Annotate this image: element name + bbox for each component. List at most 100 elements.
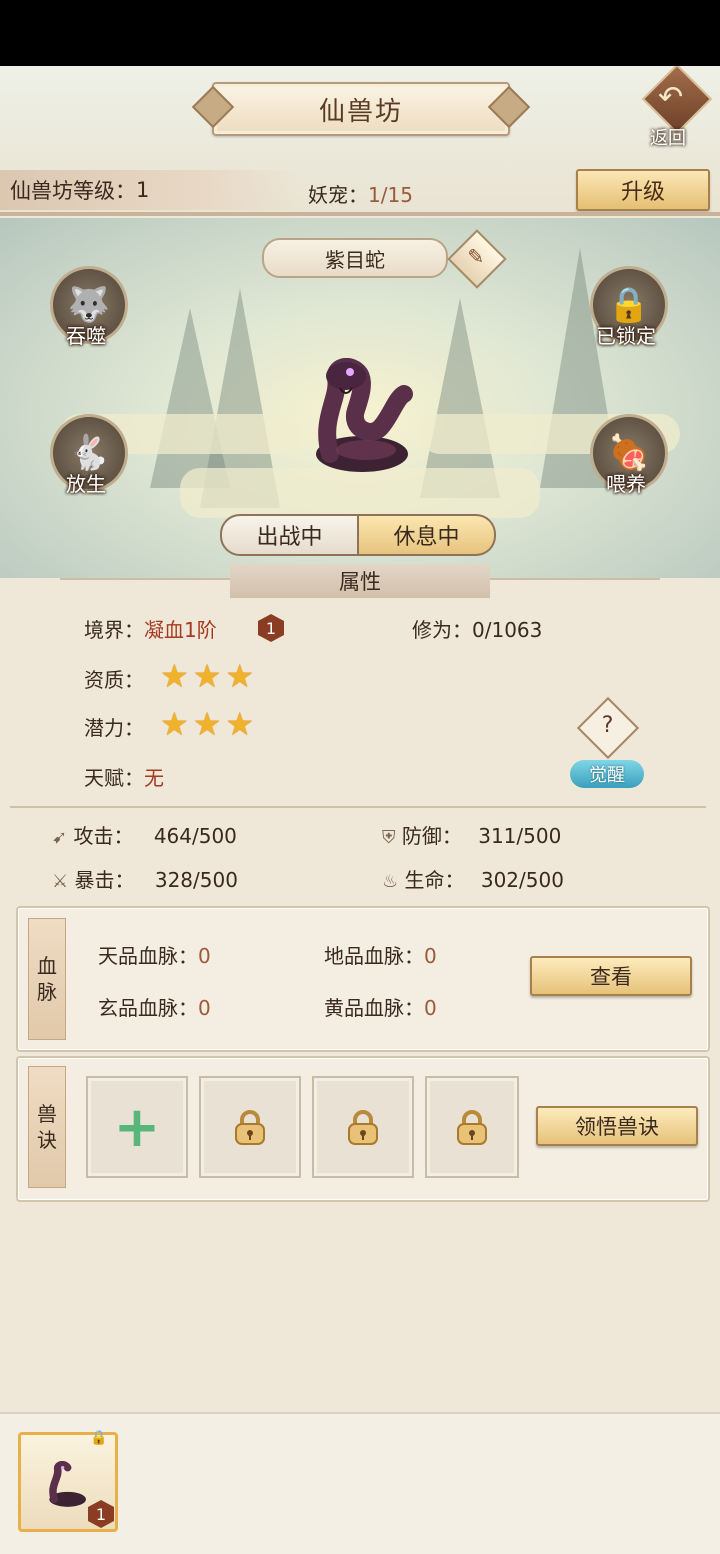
header: 仙兽坊 ↶ 返回 仙兽坊等级： 1 妖宠：1/15 升级 — [0, 66, 720, 216]
back-button[interactable]: ↶ 返回 — [641, 66, 713, 149]
status-tabs: 出战中 休息中 — [220, 514, 496, 556]
brush-icon: ✎ — [467, 244, 485, 269]
snake-pet-icon — [49, 1461, 86, 1507]
tab-resting[interactable]: 休息中 — [359, 514, 496, 556]
devour-label: 吞噬 — [66, 324, 106, 348]
pet-count: 妖宠：1/15 — [308, 179, 413, 208]
attack-label: 攻击： — [73, 824, 134, 848]
return-arrow-icon: ↶ — [658, 80, 684, 115]
star-icon: ★ — [192, 657, 222, 695]
mystic-bloodline-label: 玄品血脉： — [98, 996, 198, 1020]
devour-button[interactable]: 🐺 吞噬 — [46, 266, 128, 348]
sword-icon: ⚔ — [52, 871, 69, 892]
upgrade-button[interactable]: 升级 — [576, 169, 710, 211]
heaven-bloodline-label: 天品血脉： — [98, 944, 198, 968]
star-icon: ★ — [225, 657, 255, 695]
view-bloodline-button[interactable]: 查看 — [530, 956, 692, 996]
earth-bloodline-value: 0 — [424, 944, 437, 968]
star-icon: ★ — [192, 705, 222, 743]
skill-slot-add[interactable]: + — [86, 1076, 188, 1178]
aptitude-stars: ★ ★ ★ — [160, 660, 254, 692]
feed-button[interactable]: 🍖 喂养 — [586, 414, 668, 496]
mystic-bloodline: 玄品血脉：0 — [98, 992, 211, 1021]
life-row: ♨ 生命： 302/500 — [382, 864, 564, 893]
bloodline-panel: 血 脉 天品血脉：0 地品血脉：0 玄品血脉：0 黄品血脉：0 查看 — [16, 906, 710, 1052]
star-icon: ★ — [225, 705, 255, 743]
crit-label: 暴击： — [74, 868, 135, 892]
locked-label: 已锁定 — [596, 324, 656, 348]
help-button[interactable]: ? — [576, 696, 640, 760]
skills-panel: 兽 诀 + 领悟兽诀 — [16, 1056, 710, 1202]
potential-label: 潜力： — [84, 716, 144, 740]
realm-badge: 1 — [258, 614, 284, 642]
defense-label: 防御： — [401, 824, 462, 848]
talent-label: 天赋： — [84, 766, 144, 790]
bloodline-tag: 血 脉 — [28, 918, 66, 1040]
lock-icon — [457, 1110, 487, 1145]
skill-slot-locked[interactable] — [425, 1076, 519, 1178]
lock-icon — [348, 1110, 378, 1145]
talent-value: 无 — [144, 766, 164, 790]
realm-label: 境界： — [84, 618, 144, 642]
small-lock-icon: 🔒 — [90, 1430, 108, 1446]
feed-label: 喂养 — [606, 472, 646, 496]
pet-count-label: 妖宠： — [308, 183, 368, 207]
realm-value: 凝血1阶 — [144, 618, 217, 642]
talent-row: 天赋：无 — [84, 762, 164, 791]
earth-bloodline: 地品血脉：0 — [324, 940, 437, 969]
stats-divider — [10, 806, 706, 808]
question-icon: ? — [601, 712, 614, 738]
bloodline-tag-char: 血 — [37, 954, 57, 978]
cultivation-row: 修为：0/1063 — [412, 614, 542, 643]
flame-icon: ♨ — [382, 871, 399, 892]
back-label: 返回 — [650, 128, 686, 149]
plus-icon: + — [113, 1094, 161, 1160]
skills-tag-char: 兽 — [37, 1102, 57, 1126]
bow-icon: ➹ — [52, 827, 68, 848]
awaken-button[interactable]: 觉醒 — [570, 760, 644, 788]
defense-value: 311/500 — [478, 824, 562, 848]
workshop-level-value: 1 — [136, 178, 150, 202]
pet-name: 紫目蛇 — [262, 238, 448, 278]
skills-tag: 兽 诀 — [28, 1066, 66, 1188]
yellow-bloodline-value: 0 — [424, 996, 437, 1020]
page-title: 仙兽坊 — [212, 82, 510, 136]
lock-pet-button[interactable]: 🔒 已锁定 — [586, 266, 668, 348]
earth-bloodline-label: 地品血脉： — [324, 944, 424, 968]
lock-icon — [235, 1110, 265, 1145]
defense-row: ⛨ 防御： 311/500 — [382, 820, 561, 849]
shield-icon: ⛨ — [382, 827, 396, 848]
release-button[interactable]: 🐇 放生 — [46, 414, 128, 496]
mystic-bloodline-value: 0 — [198, 996, 211, 1020]
release-label: 放生 — [66, 472, 106, 496]
star-icon: ★ — [160, 657, 189, 695]
yellow-bloodline: 黄品血脉：0 — [324, 992, 437, 1021]
yellow-bloodline-label: 黄品血脉： — [324, 996, 424, 1020]
heaven-bloodline: 天品血脉：0 — [98, 940, 211, 969]
rename-button[interactable]: ✎ — [447, 229, 507, 289]
skill-slot-locked[interactable] — [199, 1076, 301, 1178]
workshop-level-label: 仙兽坊等级： — [10, 179, 136, 203]
attack-value: 464/500 — [153, 824, 237, 848]
star-icon: ★ — [160, 705, 189, 743]
potential-stars: ★ ★ ★ — [160, 708, 254, 740]
tab-in-battle[interactable]: 出战中 — [220, 514, 359, 556]
cultivation-value: 0/1063 — [472, 618, 543, 642]
attack-row: ➹ 攻击： 464/500 — [52, 820, 237, 849]
life-value: 302/500 — [480, 868, 564, 892]
crit-row: ⚔ 暴击： 328/500 — [52, 864, 238, 893]
realm-row: 境界：凝血1阶 — [84, 614, 217, 643]
skills-tag-char: 诀 — [37, 1128, 57, 1152]
crit-value: 328/500 — [154, 868, 238, 892]
skill-slot-locked[interactable] — [312, 1076, 414, 1178]
attributes-header: 属性 — [230, 564, 490, 598]
workshop-level: 仙兽坊等级： 1 — [0, 170, 300, 210]
life-label: 生命： — [404, 868, 465, 892]
snake-pet-icon — [316, 358, 413, 472]
aptitude-label: 资质： — [84, 668, 144, 692]
header-divider — [0, 212, 720, 216]
bloodline-tag-char: 脉 — [37, 980, 57, 1004]
learn-skill-button[interactable]: 领悟兽诀 — [536, 1106, 698, 1146]
heaven-bloodline-value: 0 — [198, 944, 211, 968]
pet-count-value: 1/15 — [368, 183, 413, 207]
